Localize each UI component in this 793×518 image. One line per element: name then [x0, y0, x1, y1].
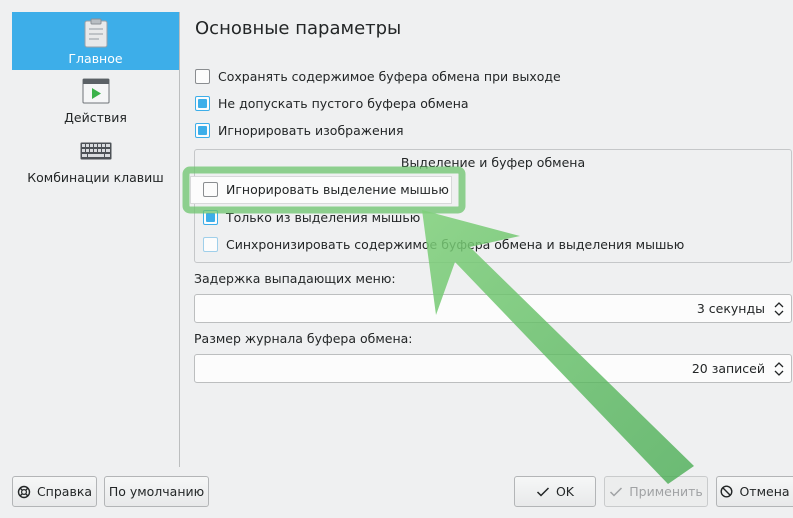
ignore-mouse-selection-checkbox[interactable]: Игнорировать выделение мышью — [203, 182, 449, 197]
checkbox-box[interactable] — [195, 69, 210, 84]
sidebar: Главное Действия Комбинации клавиш — [12, 12, 180, 467]
spin-arrows-icon[interactable] — [773, 300, 785, 318]
cancel-button-label: Отмена — [739, 484, 790, 499]
save-on-exit-checkbox[interactable]: Сохранять содержимое буфера обмена при в… — [195, 69, 561, 84]
popup-delay-spinbox[interactable]: 3 секунды — [194, 294, 792, 323]
sync-selection-checkbox[interactable]: Синхронизировать содержимое буфера обмен… — [203, 237, 684, 252]
cancel-icon — [720, 485, 733, 498]
checkbox-label: Только из выделения мышью — [226, 210, 421, 225]
defaults-button[interactable]: По умолчанию — [104, 476, 209, 507]
ignore-images-checkbox[interactable]: Игнорировать изображения — [195, 123, 404, 138]
apply-button[interactable]: Применить — [604, 476, 708, 507]
lifebuoy-icon — [17, 485, 31, 498]
ok-button[interactable]: OK — [514, 476, 596, 507]
checkbox-box[interactable] — [195, 123, 210, 138]
sidebar-item-actions[interactable]: Действия — [12, 78, 179, 130]
only-mouse-selection-checkbox[interactable]: Только из выделения мышью — [203, 210, 420, 225]
sidebar-item-general[interactable]: Главное — [12, 12, 179, 70]
clipboard-icon — [84, 18, 107, 48]
checkbox-box[interactable] — [195, 96, 210, 111]
prevent-empty-clipboard-checkbox[interactable]: Не допускать пустого буфера обмена — [195, 96, 469, 111]
history-size-label: Размер журнала буфера обмена: — [194, 331, 413, 346]
checkbox-box[interactable] — [203, 210, 218, 225]
checkbox-label: Не допускать пустого буфера обмена — [218, 96, 469, 111]
checkbox-label: Сохранять содержимое буфера обмена при в… — [218, 69, 561, 84]
popup-delay-label: Задержка выпадающих меню: — [194, 271, 396, 286]
sidebar-item-label: Главное — [68, 51, 123, 66]
ok-button-label: OK — [555, 484, 575, 499]
checkmark-icon — [536, 486, 549, 497]
history-size-spinbox[interactable]: 20 записей — [194, 354, 792, 383]
group-title: Выделение и буфер обмена — [400, 155, 586, 170]
checkbox-box[interactable] — [203, 237, 218, 252]
sidebar-item-label: Комбинации клавиш — [27, 170, 164, 185]
help-button[interactable]: Справка — [12, 476, 97, 507]
play-window-icon — [82, 78, 109, 104]
checkbox-label: Игнорировать выделение мышью — [226, 182, 449, 197]
help-button-label: Справка — [36, 484, 93, 499]
sidebar-item-label: Действия — [64, 110, 127, 125]
checkbox-label: Игнорировать изображения — [218, 123, 404, 138]
defaults-button-label: По умолчанию — [108, 484, 205, 499]
page-title: Основные параметры — [195, 18, 402, 39]
spinbox-value: 3 секунды — [696, 301, 765, 316]
checkbox-box[interactable] — [203, 182, 218, 197]
cancel-button[interactable]: Отмена — [716, 476, 793, 507]
keyboard-icon — [80, 142, 111, 160]
apply-button-label: Применить — [629, 484, 703, 499]
checkbox-label: Синхронизировать содержимое буфера обмен… — [226, 237, 685, 252]
sidebar-item-shortcuts[interactable]: Комбинации клавиш — [12, 142, 179, 188]
spinbox-value: 20 записей — [691, 361, 765, 376]
checkmark-icon — [610, 486, 623, 497]
spin-arrows-icon[interactable] — [773, 360, 785, 378]
